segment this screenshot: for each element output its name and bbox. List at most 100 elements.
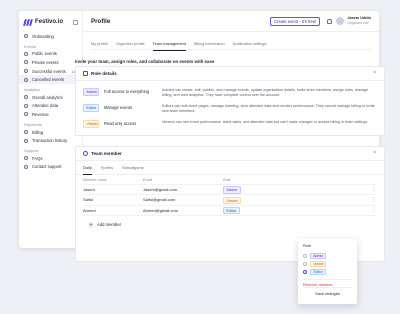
role-access-text: Manage events xyxy=(104,104,132,110)
onboarding-icon xyxy=(24,34,28,39)
member-email: Jasem@gmail.com xyxy=(143,187,178,193)
member-role-badge[interactable]: Admin xyxy=(223,186,241,195)
contact-support-icon xyxy=(24,164,28,169)
team-member-icon xyxy=(83,151,88,156)
user-menu[interactable]: Jasem Uddin Organizer role xyxy=(347,16,371,25)
member-name: Ahmed xyxy=(83,207,96,213)
team-table: Member name Email Role Jasem Jasem@gmail.… xyxy=(76,175,384,216)
sidebar-section-analytics: Analytics xyxy=(24,86,41,92)
sidebar-item-onboarding[interactable]: Onboarding xyxy=(19,32,82,41)
sidebar-item-cancelled-events[interactable]: Cancelled events xyxy=(19,75,82,84)
sidebar-item-label: Successful events xyxy=(32,68,66,74)
more-options-icon[interactable]: ⋮ xyxy=(371,187,377,192)
member-name: Jasem xyxy=(83,187,95,193)
bell-icon[interactable] xyxy=(327,18,333,24)
team-member-title: Team member xyxy=(91,151,122,156)
sidebar-item-successful-events[interactable]: Successful events 18 xyxy=(19,67,82,76)
user-role: Organizer role xyxy=(347,21,369,25)
radio-icon[interactable] xyxy=(303,253,308,259)
sidebar-item-label: Transaction history xyxy=(32,138,68,144)
role-option-admin[interactable]: Admin xyxy=(303,252,352,260)
radio-icon[interactable] xyxy=(303,261,308,267)
private-events-icon xyxy=(24,60,28,65)
team-tab-wwsdfgsms[interactable]: Wwsdfgsms xyxy=(122,165,144,174)
dropdown-title: Role xyxy=(303,243,312,248)
sidebar-item-contact-support[interactable]: Contact support xyxy=(19,163,82,172)
app-name: Festivo.io xyxy=(35,19,64,25)
revenue-icon xyxy=(24,112,28,117)
team-member-header[interactable]: Team member ⌃ xyxy=(76,147,384,161)
role-option-badge: Admin xyxy=(310,252,327,260)
more-options-icon[interactable]: ⋮ xyxy=(371,208,377,213)
add-member-label: Add member xyxy=(97,222,121,228)
chevron-up-icon[interactable]: ⌃ xyxy=(373,151,377,157)
page-title: Profile xyxy=(91,17,111,25)
more-options-icon[interactable]: ⋮ xyxy=(371,197,377,202)
sidebar-item-label: Contact support xyxy=(32,164,62,170)
add-member-button[interactable]: + Add member xyxy=(76,216,384,234)
sidebar-section-payments: Payments xyxy=(24,121,42,127)
sidebar-item-label: FAQs xyxy=(32,155,43,161)
collapse-sidebar-icon[interactable] xyxy=(73,19,78,25)
role-access-text: Full access to everything xyxy=(104,88,150,94)
role-details-title: Role details xyxy=(91,71,117,76)
sidebar-item-billing[interactable]: Billing xyxy=(19,128,82,137)
column-header-name: Member name xyxy=(83,177,107,182)
role-dropdown: Role Admin Viewer Editor Remove member Sav… xyxy=(298,239,357,304)
member-role-badge[interactable]: Editor xyxy=(223,206,240,215)
member-role-cell: Editor xyxy=(223,206,371,215)
create-event-button[interactable]: Create event - it's free! xyxy=(270,16,321,26)
intro-text: Invite your team, assign roles, and coll… xyxy=(75,59,215,64)
role-row-viewer: Viewer Read only access Viewers can see ev… xyxy=(76,120,384,131)
radio-icon[interactable] xyxy=(303,269,308,275)
sidebar-item-faqs[interactable]: FAQs xyxy=(19,154,82,163)
role-option-badge: Viewer xyxy=(310,260,327,268)
role-option-viewer[interactable]: Viewer xyxy=(303,260,352,268)
role-access-text: Read only access xyxy=(104,120,137,126)
role-details-icon xyxy=(83,71,88,76)
sidebar-item-overall-analytics[interactable]: Overall analytics xyxy=(19,93,82,102)
member-role-badge[interactable]: Viewer xyxy=(223,196,242,205)
cancelled-events-icon xyxy=(24,77,28,82)
top-bar: Profile Create event - it's free! Jasem … xyxy=(83,11,379,32)
table-header: Member name Email Role xyxy=(83,175,377,186)
role-description: Editors can edit event pages, manage tic… xyxy=(162,104,375,113)
member-email: Ahmed@gmail.com xyxy=(143,207,178,213)
sidebar-item-transaction-history[interactable]: Transaction history xyxy=(19,136,82,145)
role-option-badge: Editor xyxy=(310,268,327,276)
role-badge-editor: Editor xyxy=(83,104,99,112)
column-header-role: Role xyxy=(223,177,231,182)
role-row-editor: Editor Manage events Editors can edit even… xyxy=(76,104,384,115)
member-role-cell: Admin xyxy=(223,186,371,195)
sidebar-item-label: Public events xyxy=(32,51,57,57)
sidebar-item-attendee-data[interactable]: Attendee data xyxy=(19,102,82,111)
role-description: Admins can create, edit, publish, and ma… xyxy=(162,88,369,97)
plus-icon: + xyxy=(88,221,94,228)
sidebar-item-label: Cancelled events xyxy=(32,77,65,83)
save-changes-button[interactable]: Save changes xyxy=(303,287,352,296)
overall-analytics-icon xyxy=(24,95,28,100)
member-role-cell: Viewer xyxy=(223,196,371,205)
avatar[interactable] xyxy=(336,17,345,25)
attendee-data-icon xyxy=(24,103,28,108)
role-option-editor[interactable]: Editor xyxy=(303,268,352,276)
table-row: Ahmed Ahmed@gmail.com Editor ⋮ xyxy=(83,206,377,216)
team-tab-dolly[interactable]: Dolly xyxy=(83,165,92,175)
column-header-email: Email xyxy=(143,177,153,182)
sidebar-item-private-events[interactable]: Private events xyxy=(19,58,82,67)
table-row: Saiful Saiful@gmail.com Viewer ⋮ xyxy=(83,195,377,206)
sidebar-section-support: Support xyxy=(24,147,39,153)
remove-member-button[interactable]: Remove member xyxy=(303,279,352,287)
sidebar-item-label: Attendee data xyxy=(32,103,59,109)
member-name: Saiful xyxy=(83,197,94,203)
logo: Festivo.io xyxy=(19,16,82,28)
sidebar-item-revenue[interactable]: Revenue xyxy=(19,110,82,119)
sidebar: Festivo.io Onboarding Events Public event… xyxy=(19,11,83,248)
team-tab-fpdfns[interactable]: Fpdfns xyxy=(101,165,113,174)
role-badge-viewer: Viewer xyxy=(83,120,99,128)
role-badge-admin: Admin xyxy=(83,88,99,96)
sidebar-item-public-events[interactable]: Public events xyxy=(19,50,82,59)
chevron-up-icon[interactable]: ⌃ xyxy=(373,71,377,77)
role-details-header[interactable]: Role details ⌃ xyxy=(76,67,384,81)
team-tabs: Dolly Fpdfns Wwsdfgsms xyxy=(76,161,384,175)
